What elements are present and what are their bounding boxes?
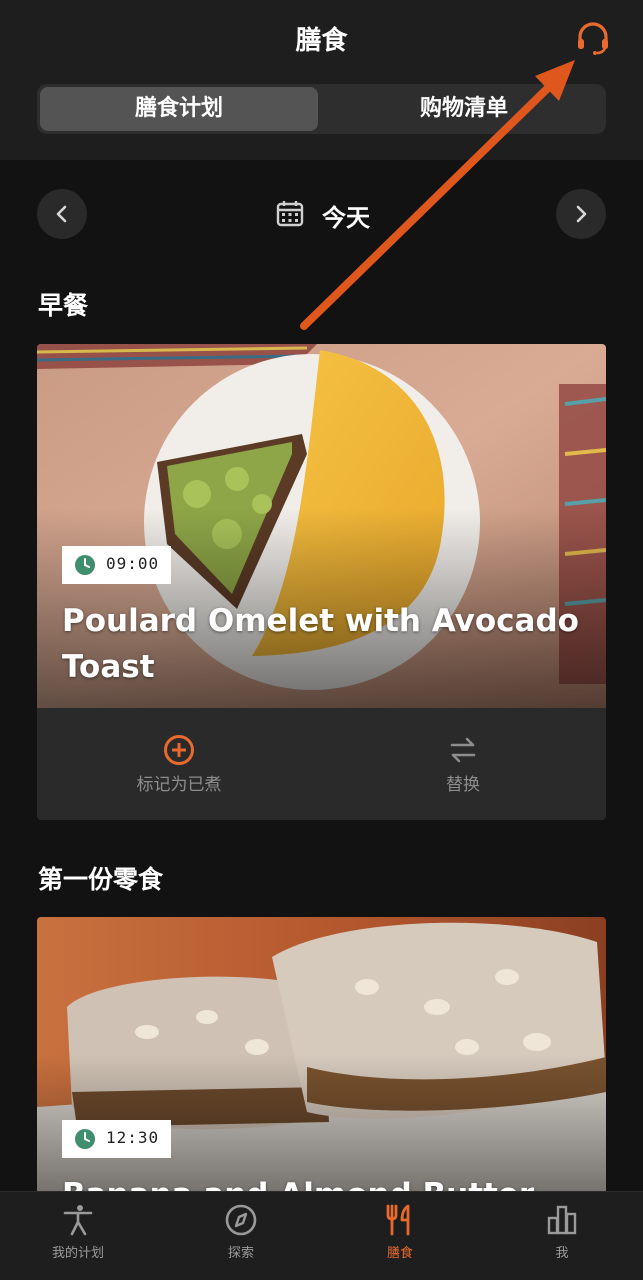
tab-meals[interactable]: 膳食	[320, 1204, 480, 1261]
meal-name: Banana and Almond Butter	[62, 1172, 592, 1191]
tab-my-plan[interactable]: 我的计划	[0, 1204, 158, 1261]
swap-button[interactable]: 替换	[321, 734, 605, 795]
tab-label: 膳食	[386, 1246, 413, 1261]
time-badge: 12:30	[62, 1120, 171, 1158]
swap-arrows-icon	[450, 737, 476, 763]
fork-knife-icon	[386, 1204, 410, 1236]
tab-label: 我	[555, 1246, 569, 1261]
meal-time: 09:00	[106, 554, 160, 573]
clock-icon	[75, 555, 95, 575]
section-title-first-snack: 第一份零食	[38, 865, 164, 894]
meal-name: Poulard Omelet with Avocado Toast	[62, 603, 579, 685]
mark-cooked-button[interactable]: 标记为已煮	[37, 734, 321, 795]
tab-meal-plan[interactable]: 膳食计划	[40, 87, 318, 131]
plus-circle-icon	[164, 735, 194, 765]
chevron-left-icon	[56, 205, 67, 223]
tab-me[interactable]: 我	[482, 1204, 642, 1261]
calendar-icon	[276, 201, 304, 227]
chevron-right-icon	[576, 205, 587, 223]
tab-explore[interactable]: 探索	[161, 1204, 321, 1261]
tab-shopping-list[interactable]: 购物清单	[325, 87, 603, 131]
previous-day-button[interactable]	[37, 189, 87, 239]
meal-card-first-snack[interactable]: 12:30 Banana and Almond Butter	[37, 917, 606, 1191]
headset-support-icon[interactable]	[573, 18, 613, 58]
top-header: 膳食 膳食计划 购物清单	[0, 0, 643, 160]
bottom-tab-bar: 我的计划 探索 膳食 我	[0, 1191, 643, 1280]
stretch-person-icon	[63, 1205, 93, 1236]
bar-chart-icon	[547, 1205, 577, 1235]
time-badge: 09:00	[62, 546, 171, 584]
compass-icon	[225, 1204, 257, 1236]
next-day-button[interactable]	[556, 189, 606, 239]
swap-label: 替换	[446, 775, 480, 795]
date-navigation: 今天	[0, 180, 643, 246]
meal-actions: 标记为已煮 替换	[37, 708, 606, 820]
section-title-breakfast: 早餐	[38, 291, 89, 320]
meal-card-breakfast[interactable]: 09:00 Poulard Omelet with Avocado Toast …	[37, 344, 606, 820]
date-label[interactable]: 今天	[322, 198, 370, 233]
tab-label: 探索	[227, 1246, 254, 1261]
segment-control: 膳食计划 购物清单	[37, 84, 606, 134]
tab-label: 我的计划	[51, 1246, 104, 1261]
mark-cooked-label: 标记为已煮	[136, 775, 222, 795]
meal-time: 12:30	[106, 1128, 160, 1147]
clock-icon	[75, 1129, 95, 1149]
page-title: 膳食	[295, 26, 348, 56]
